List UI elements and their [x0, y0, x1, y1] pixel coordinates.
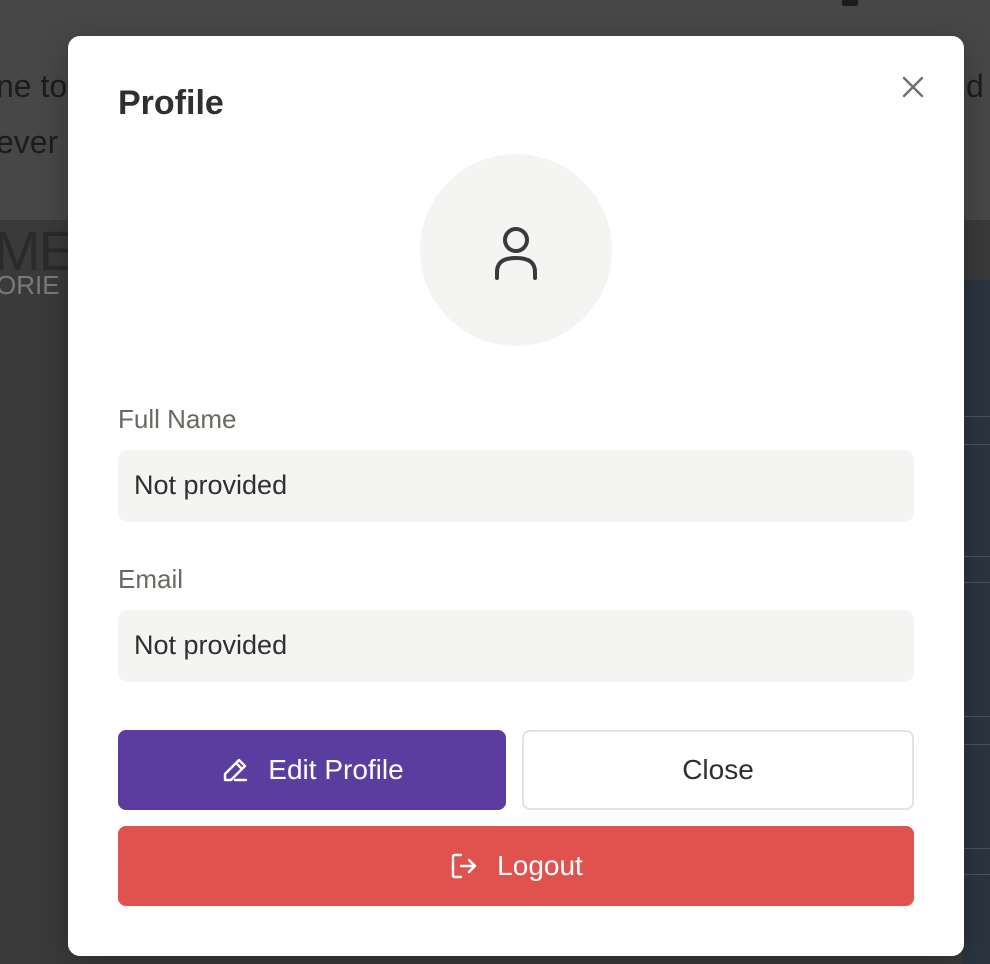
user-icon — [495, 227, 537, 280]
avatar — [420, 154, 612, 346]
email-value: Not provided — [134, 630, 288, 660]
logout-button[interactable]: Logout — [118, 826, 914, 906]
background-hero-subtitle: ORIE — [0, 270, 60, 300]
edit-profile-label: Edit Profile — [268, 754, 404, 785]
close-button[interactable]: Close — [522, 730, 914, 810]
logout-label: Logout — [497, 850, 583, 881]
background-text-line-2: ever — [0, 124, 59, 160]
background-side-panel — [962, 280, 990, 964]
background-heading-fragment — [842, 0, 858, 6]
full-name-value: Not provided — [134, 470, 288, 500]
close-label: Close — [682, 754, 754, 785]
full-name-label: Full Name — [118, 404, 237, 434]
background-text-right: d — [966, 68, 984, 104]
edit-profile-button[interactable]: Edit Profile — [118, 730, 506, 810]
profile-modal: Profile Full Name Not provided Email Not… — [68, 36, 964, 956]
full-name-field[interactable]: Not provided — [118, 450, 914, 522]
email-label: Email — [118, 564, 184, 594]
pencil-icon — [224, 758, 248, 782]
email-field[interactable]: Not provided — [118, 610, 914, 682]
modal-title: Profile — [118, 84, 224, 122]
close-icon[interactable] — [898, 72, 928, 102]
logout-icon — [451, 853, 477, 879]
background-text-line-1: ne to — [0, 68, 68, 104]
